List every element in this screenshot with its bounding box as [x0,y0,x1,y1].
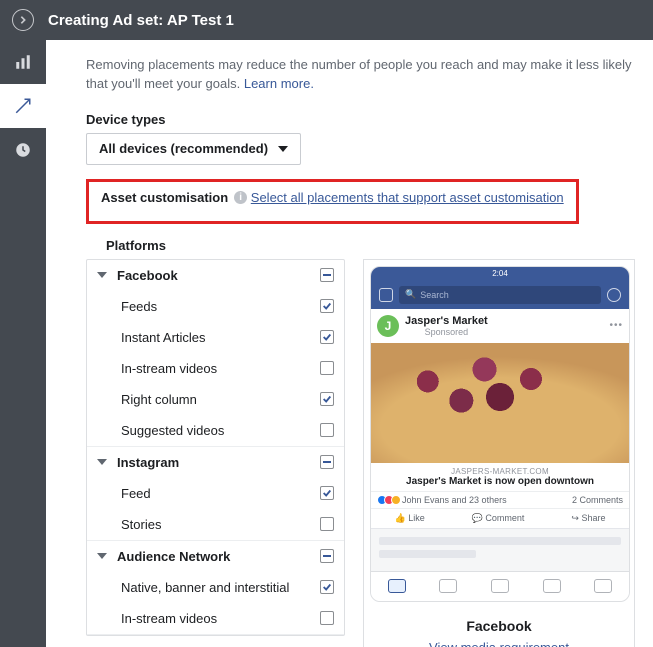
sponsored-label: Sponsored [405,327,488,337]
placement-label: In-stream videos [121,361,310,376]
platform-name: Instagram [117,455,310,470]
chevron-down-icon [97,553,107,559]
placement-label: Feed [121,486,310,501]
device-types-select[interactable]: All devices (recommended) [86,133,301,165]
placement-label: In-stream videos [121,611,310,626]
placement-row[interactable]: In-stream videos [87,603,344,634]
post-image [371,343,629,463]
placement-row[interactable]: Suggested videos [87,415,344,446]
placement-label: Suggested videos [121,423,310,438]
camera-icon [379,288,393,302]
platform-name: Audience Network [117,549,310,564]
phone-frame: 2:04 🔍 Search J Jasper's Market Sponsore… [370,266,630,602]
placement-label: Native, banner and interstitial [121,580,310,595]
placement-label: Right column [121,392,310,407]
nav-watch-icon [439,579,457,593]
mock-post: J Jasper's Market Sponsored ••• JASPERS-… [371,309,629,529]
platform-checkbox[interactable] [320,455,334,469]
view-media-requirement-link[interactable]: View media requirement [429,640,569,647]
reactions-text: John Evans and 23 others [402,495,507,505]
nav-bell-icon [543,579,561,593]
sidebar-history-icon[interactable] [0,128,46,172]
messenger-icon [607,288,621,302]
platforms-tree: Facebook Feeds Instant Articles In-stream v… [86,259,345,636]
placement-preview: 2:04 🔍 Search J Jasper's Market Sponsore… [363,259,635,647]
platform-checkbox[interactable] [320,549,334,563]
post-domain: JASPERS-MARKET.COM [371,463,629,476]
placement-row[interactable]: Stories [87,509,344,540]
intro-text: Removing placements may reduce the numbe… [86,57,632,91]
placement-checkbox[interactable] [320,330,334,344]
post-headline: Jasper's Market is now open downtown [371,476,629,491]
poster-name: Jasper's Market [405,315,488,327]
placement-label: Instant Articles [121,330,310,345]
placement-row[interactable]: Right column [87,384,344,415]
placement-checkbox[interactable] [320,361,334,375]
placement-row[interactable]: Feed [87,478,344,509]
placement-checkbox[interactable] [320,580,334,594]
sidebar-campaign-icon[interactable] [0,40,46,84]
nav-feed-icon [388,579,406,593]
platform-name: Facebook [117,268,310,283]
avatar: J [377,315,399,337]
post-menu-icon: ••• [609,320,623,331]
placements-intro: Removing placements may reduce the numbe… [86,56,635,94]
chevron-down-icon [97,272,107,278]
device-types-label: Device types [86,112,635,127]
placement-checkbox[interactable] [320,486,334,500]
platform-head-instagram[interactable]: Instagram [87,447,344,478]
platform-head-facebook[interactable]: Facebook [87,260,344,291]
nav-menu-icon [594,579,612,593]
skeleton-post [371,529,629,571]
like-action: Like [408,513,425,523]
placement-label: Stories [121,517,310,532]
phone-search: 🔍 Search [399,286,601,304]
page-header: Creating Ad set: AP Test 1 [0,0,653,40]
placement-row[interactable]: In-stream videos [87,353,344,384]
device-selected-value: All devices (recommended) [99,141,268,156]
learn-more-link[interactable]: Learn more. [244,76,314,91]
placement-row[interactable]: Native, banner and interstitial [87,572,344,603]
platforms-label: Platforms [86,238,635,253]
main-panel: Removing placements may reduce the numbe… [46,40,653,647]
placement-checkbox[interactable] [320,611,334,625]
header-title: Creating Ad set: AP Test 1 [48,12,234,29]
back-icon[interactable] [12,9,34,31]
asset-customisation-highlight: Asset customisation i Select all placeme… [86,179,579,224]
platform-head-audience network[interactable]: Audience Network [87,541,344,572]
select-all-placements-link[interactable]: Select all placements that support asset… [251,190,564,205]
placement-checkbox[interactable] [320,517,334,531]
sidebar-adset-icon[interactable] [0,84,46,128]
placement-row[interactable]: Instant Articles [87,322,344,353]
placement-checkbox[interactable] [320,392,334,406]
caret-down-icon [278,146,288,152]
preview-platform-title: Facebook [370,608,628,640]
chevron-down-icon [97,459,107,465]
nav-market-icon [491,579,509,593]
platform-checkbox[interactable] [320,268,334,282]
placement-label: Feeds [121,299,310,314]
asset-customisation-title: Asset customisation [101,190,228,205]
info-icon[interactable]: i [234,191,247,204]
left-sidebar [0,40,46,647]
phone-statusbar: 2:04 [371,267,629,281]
phone-topbar: 🔍 Search [371,281,629,309]
placement-checkbox[interactable] [320,299,334,313]
placement-checkbox[interactable] [320,423,334,437]
placement-row[interactable]: Feeds [87,291,344,322]
comments-count: 2 Comments [572,495,623,505]
phone-nav [371,571,629,601]
share-action: Share [581,513,605,523]
comment-action: Comment [485,513,524,523]
